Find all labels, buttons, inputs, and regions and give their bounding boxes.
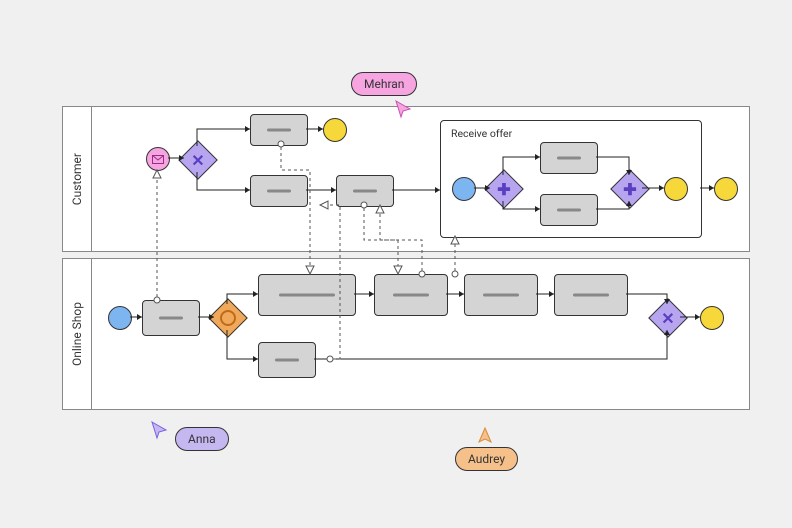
task-shop-2[interactable] <box>258 274 356 316</box>
subprocess-task-bottom[interactable] <box>540 194 598 226</box>
task-customer-3[interactable] <box>336 175 394 207</box>
pool-online-shop-label: Online Shop <box>63 259 92 409</box>
cursor-audrey: Audrey <box>455 447 518 471</box>
task-shop-6[interactable] <box>258 342 316 378</box>
task-shop-5[interactable] <box>554 274 628 316</box>
cursor-anna-pointer <box>150 420 170 440</box>
cursor-audrey-pointer <box>475 426 495 446</box>
subprocess-end-event[interactable] <box>664 177 688 201</box>
cursor-anna: Anna <box>175 427 229 451</box>
task-shop-4[interactable] <box>464 274 538 316</box>
end-event-shop[interactable] <box>700 306 724 330</box>
pool-customer-label: Customer <box>63 107 92 251</box>
task-customer-1[interactable] <box>250 114 308 146</box>
subprocess-start-event[interactable] <box>452 177 476 201</box>
end-event-customer-main[interactable] <box>714 177 738 201</box>
cursor-mehran: Mehran <box>351 72 417 96</box>
subprocess-task-top[interactable] <box>540 142 598 174</box>
envelope-icon <box>152 155 164 164</box>
start-event-shop[interactable] <box>108 306 132 330</box>
message-start-event[interactable] <box>146 147 170 171</box>
task-customer-2[interactable] <box>250 175 308 207</box>
bpmn-canvas[interactable]: Customer Online Shop ✕ Receive offer ✚ ✚… <box>0 0 792 528</box>
task-shop-1[interactable] <box>142 300 200 336</box>
task-shop-3[interactable] <box>374 274 448 316</box>
end-event-customer-top[interactable] <box>323 118 347 142</box>
subprocess-label: Receive offer <box>451 127 512 140</box>
